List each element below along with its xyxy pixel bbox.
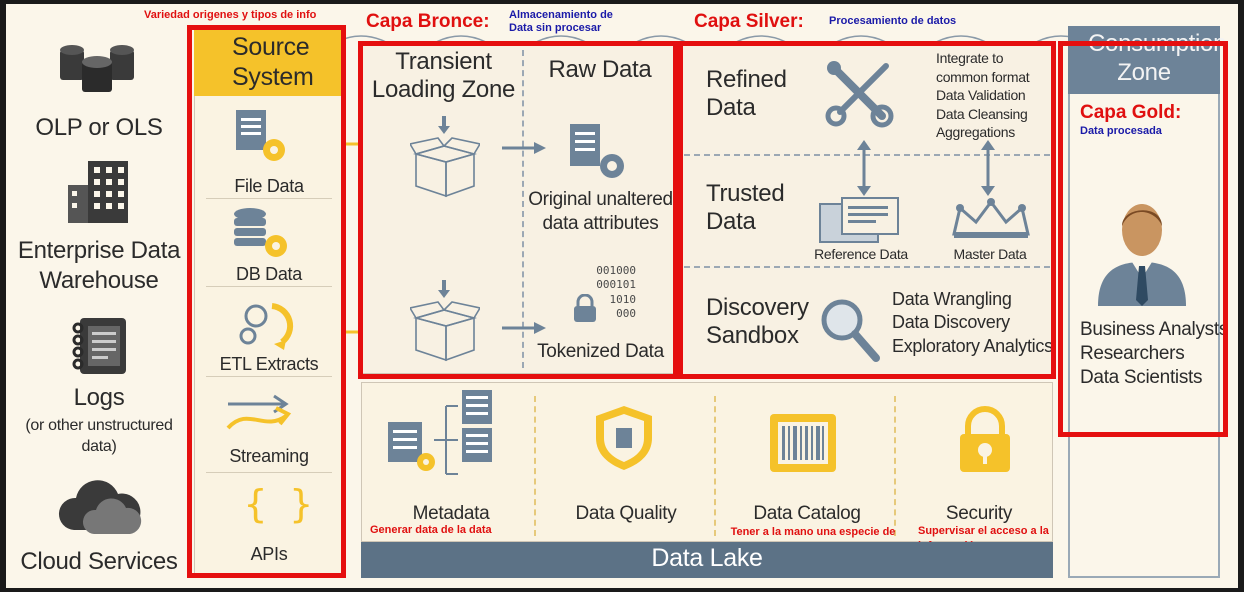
source-system-note: Variedad origenes y tipos de info — [144, 9, 317, 21]
bronze-note: Almacenamiento de Data sin procesar — [509, 9, 613, 35]
padlock-icon — [960, 406, 1010, 472]
metadata-note: Generar data de la data — [370, 524, 492, 536]
logs-label: Logs — [73, 384, 125, 411]
metadata-label: Metadata — [412, 503, 490, 524]
enterprise-dw-label: Enterprise Data Warehouse — [17, 237, 181, 294]
divider — [206, 376, 332, 377]
file-data-label: File Data — [234, 176, 304, 196]
gov-divider — [894, 396, 896, 536]
streaming-arrows-icon — [226, 394, 292, 430]
catalog-barcode-icon — [770, 414, 836, 472]
database-cluster-icon — [60, 45, 134, 92]
streaming-label: Streaming — [229, 446, 309, 466]
logs-sublabel: (or other unstructured data) — [25, 417, 173, 455]
divider — [206, 472, 332, 473]
data-lake-label: Data Lake — [651, 544, 763, 572]
etl-extracts-label: ETL Extracts — [219, 354, 319, 374]
notebook-icon — [72, 318, 126, 374]
security-label: Security — [945, 503, 1013, 524]
metadata-icon — [388, 390, 492, 475]
silver-highlight — [678, 41, 1056, 379]
db-gear-icon — [234, 208, 287, 257]
db-data-label: DB Data — [236, 264, 302, 284]
cloud-services-label: Cloud Services — [20, 548, 178, 575]
bronze-title: Capa Bronce: — [366, 11, 490, 32]
silver-note: Procesamiento de datos — [829, 15, 957, 27]
cloud-icon — [58, 480, 142, 534]
divider — [206, 198, 332, 199]
data-quality-label: Data Quality — [575, 503, 677, 524]
olp-ols-label: OLP or OLS — [35, 114, 163, 141]
gov-divider — [714, 396, 716, 536]
apis-label: APIs — [250, 544, 288, 564]
gold-highlight — [1058, 41, 1228, 437]
diagram-canvas: OLP or OLS Enterprise Data Warehouse Log… — [6, 4, 1238, 588]
etl-gears-icon — [239, 303, 294, 350]
building-icon — [68, 161, 128, 223]
silver-title: Capa Silver: — [694, 11, 804, 32]
shield-icon — [596, 406, 652, 470]
divider — [206, 286, 332, 287]
file-gear-icon — [236, 110, 285, 161]
api-braces-icon: { } — [244, 482, 313, 526]
bronze-highlight — [358, 41, 678, 379]
